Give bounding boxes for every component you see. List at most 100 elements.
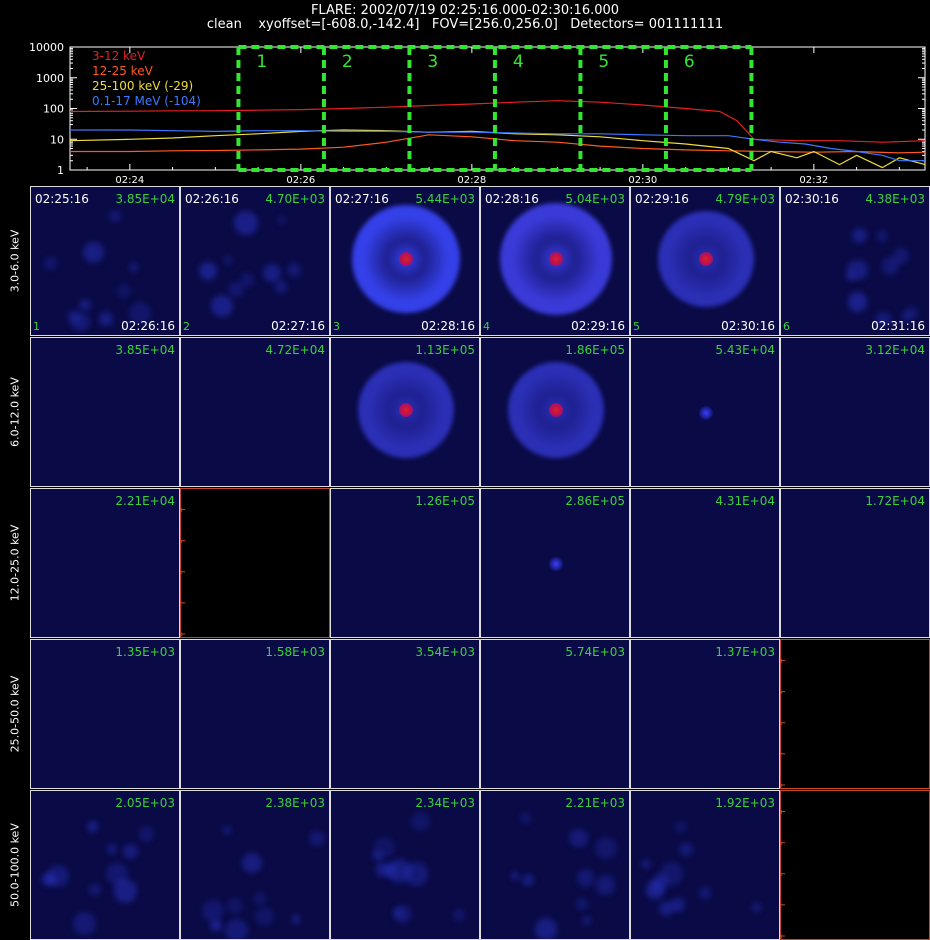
axis-tick-label: 4 [781, 871, 783, 879]
noise-blob [82, 241, 104, 263]
noise-blob [106, 843, 117, 854]
row-label: 3.0-6.0 keV [8, 229, 22, 293]
interval-number: 4 [483, 320, 490, 333]
noise-blob [698, 886, 712, 899]
image-panel: 1.86E+05 [480, 337, 630, 487]
start-time: 02:28:16 [485, 192, 539, 206]
end-time: 02:31:16 [871, 319, 925, 333]
noise-blob [575, 897, 588, 910]
y-tick-label: 1000 [36, 72, 64, 85]
axis-tick-label: 6 [781, 689, 783, 697]
image-background [181, 338, 329, 486]
noise-blob [228, 281, 244, 298]
source-core [549, 403, 563, 417]
max-value: 3.54E+03 [415, 645, 475, 659]
end-time: 02:27:16 [271, 319, 325, 333]
start-time: 02:27:16 [335, 192, 389, 206]
max-value: 2.21E+03 [565, 796, 625, 810]
noise-blob [262, 263, 281, 282]
noise-blob [225, 918, 249, 939]
axis-tick-label: 4 [781, 720, 783, 728]
max-value: 1.86E+05 [565, 343, 625, 357]
interval-number: 3 [333, 320, 340, 333]
max-value: 1.58E+03 [265, 645, 325, 659]
max-value: 1.26E+05 [415, 494, 475, 508]
max-value: 1.92E+03 [715, 796, 775, 810]
row-label: 6.0-12.0 keV [8, 377, 22, 447]
image-panel: 4.79E+03 02:29:16 02:30:16 5 [630, 186, 780, 336]
empty-axes: 0 2 4 6 8 [781, 809, 785, 939]
max-value: 2.05E+03 [115, 796, 175, 810]
y-tick-label: 100 [43, 103, 64, 116]
row-label: 50.0-100.0 keV [8, 823, 22, 907]
end-time: 02:30:16 [721, 319, 775, 333]
noise-blob [233, 210, 258, 235]
noise-blob [138, 826, 155, 842]
empty-axes: 0 2 4 6 8 [181, 507, 185, 637]
image-background [31, 338, 179, 486]
image-background [481, 791, 629, 939]
interval-label: 1 [256, 52, 267, 72]
start-time: 02:29:16 [635, 192, 689, 206]
noise-blob [410, 812, 430, 832]
noise-blob [89, 883, 101, 895]
noise-blob [43, 256, 57, 270]
interval-label: 6 [684, 52, 695, 72]
empty-axes: 0 2 4 6 8 [781, 658, 785, 788]
max-value: 5.44E+03 [415, 192, 475, 206]
image-panel: 2.05E+03 [30, 790, 180, 940]
image-panel: 5.04E+03 02:28:16 02:29:16 4 [480, 186, 630, 336]
axis-tick-label: 8 [781, 658, 782, 666]
interval-label: 5 [598, 52, 609, 72]
axis-tick-label: 8 [781, 809, 782, 817]
image-background [331, 489, 479, 637]
noise-blob [223, 254, 233, 265]
noise-blob [291, 915, 300, 924]
source-core [399, 403, 413, 417]
max-value: 2.38E+03 [265, 796, 325, 810]
image-panel: 5.43E+04 [630, 337, 780, 487]
noise-blob [385, 864, 398, 877]
noise-blob [113, 879, 137, 903]
max-value: 1.13E+05 [415, 343, 475, 357]
legend-entry: 3-12 keV [92, 49, 146, 63]
noise-blob [521, 874, 534, 887]
row-label: 25.0-50.0 keV [8, 675, 22, 753]
image-panel: 3.85E+04 [30, 337, 180, 487]
interval-label: 3 [427, 52, 438, 72]
noise-blob [199, 262, 217, 280]
max-value: 4.70E+03 [265, 192, 325, 206]
image-panel: 5.44E+03 02:27:16 02:28:16 3 [330, 186, 480, 336]
legend-entry: 25-100 keV (-29) [92, 79, 193, 93]
image-panel: 4.38E+03 02:30:16 02:31:16 6 [780, 186, 930, 336]
start-time: 02:30:16 [785, 192, 839, 206]
image-panel: 2.38E+03 [180, 790, 330, 940]
image-background [181, 640, 329, 788]
interval-number: 2 [183, 320, 190, 333]
axis-tick-label: 8 [181, 507, 182, 515]
image-panel: 4.72E+04 [180, 337, 330, 487]
noise-blob [595, 837, 617, 859]
image-panel: 3.54E+03 [330, 639, 480, 789]
row-label: 12.0-25.0 keV [8, 524, 22, 602]
axis-tick-label: 2 [781, 902, 782, 910]
image-panel: 5.74E+03 [480, 639, 630, 789]
x-tick-label: 02:24 [115, 175, 144, 186]
axis-tick-label: 2 [781, 751, 782, 759]
max-value: 5.04E+03 [565, 192, 625, 206]
source-core [699, 252, 713, 266]
image-panel: 2.21E+04 [30, 488, 180, 638]
legend-entry: 0.1-17 MeV (-104) [92, 94, 201, 108]
noise-blob [226, 897, 243, 914]
axis-tick-label: 0 [781, 933, 782, 939]
image-panel: 1.26E+05 [330, 488, 480, 638]
max-value: 2.21E+04 [115, 494, 175, 508]
image-panel: 3.85E+04 02:25:16 02:26:16 1 [30, 186, 180, 336]
image-panel: 2.34E+03 [330, 790, 480, 940]
noise-blob [255, 906, 275, 926]
x-tick-label: 02:28 [457, 175, 486, 186]
max-value: 3.12E+04 [865, 343, 925, 357]
series-line [70, 129, 925, 162]
image-panel: 0 2 4 6 8 [780, 790, 930, 940]
noise-blob [658, 901, 674, 916]
